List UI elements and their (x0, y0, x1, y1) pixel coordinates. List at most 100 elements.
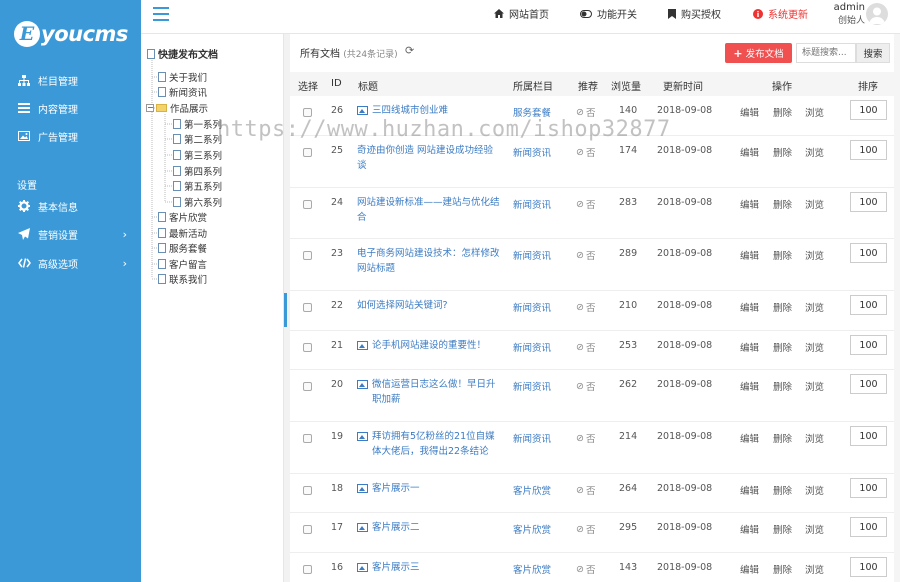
row-category[interactable]: 服务套餐 (513, 105, 551, 119)
view-link[interactable]: 浏览 (805, 105, 824, 119)
row-recommend[interactable]: ⊘ 否 (576, 248, 595, 263)
row-checkbox[interactable] (303, 382, 312, 391)
sort-input[interactable]: 100 (850, 192, 887, 212)
row-category[interactable]: 新闻资讯 (513, 300, 551, 314)
edit-link[interactable]: 编辑 (740, 300, 759, 314)
tab-all-documents[interactable]: 所有文档 (共24条记录) (300, 45, 398, 60)
table-row[interactable]: 26 三四线城市创业难 服务套餐 ⊘ 否 140 2018-09-08 编辑 删除 浏览 100 (290, 96, 900, 136)
tree-node[interactable]: 新闻资讯 (158, 85, 207, 99)
row-recommend[interactable]: ⊘ 否 (576, 340, 595, 355)
tree-node[interactable]: 联系我们 (158, 272, 207, 286)
table-row[interactable]: 23 电子商务网站建设技术：怎样修改网站标题 新闻资讯 ⊘ 否 289 2018-09-08… (290, 239, 900, 291)
row-recommend[interactable]: ⊘ 否 (576, 145, 595, 160)
row-checkbox[interactable] (303, 434, 312, 443)
site-home-link[interactable]: 网站首页 (494, 6, 549, 21)
row-category[interactable]: 新闻资讯 (513, 379, 551, 393)
system-update-link[interactable]: 系统更新 (753, 6, 808, 21)
sort-input[interactable]: 100 (850, 478, 887, 498)
edit-link[interactable]: 编辑 (740, 248, 759, 262)
tree-node[interactable]: 关于我们 (158, 70, 207, 84)
row-recommend[interactable]: ⊘ 否 (576, 562, 595, 577)
delete-link[interactable]: 删除 (773, 379, 792, 393)
title-search-input[interactable] (796, 43, 856, 63)
tree-node[interactable]: 客片欣赏 (158, 210, 207, 224)
tree-node[interactable]: 第一系列 (173, 117, 222, 131)
view-link[interactable]: 浏览 (805, 483, 824, 497)
table-row[interactable]: 22 如何选择网站关键词? 新闻资讯 ⊘ 否 210 2018-09-08 编辑 删除 浏览 100 (290, 291, 900, 331)
row-recommend[interactable]: ⊘ 否 (576, 105, 595, 120)
row-title[interactable]: 拜访拥有5亿粉丝的21位自媒体大佬后，我得出22条结论 (357, 429, 502, 459)
delete-link[interactable]: 删除 (773, 562, 792, 576)
logo[interactable]: E youcms (14, 14, 128, 54)
edit-link[interactable]: 编辑 (740, 431, 759, 445)
table-row[interactable]: 24 网站建设新标准——建站与优化结合 新闻资讯 ⊘ 否 283 2018-09-08 编辑删… (290, 188, 900, 239)
row-checkbox[interactable] (303, 565, 312, 574)
edit-link[interactable]: 编辑 (740, 197, 759, 211)
row-recommend[interactable]: ⊘ 否 (576, 197, 595, 212)
sidebar-item-column-management[interactable]: 栏目管理 (0, 66, 141, 94)
scrollbar[interactable] (894, 34, 900, 582)
refresh-icon[interactable]: ⟳ (405, 44, 414, 57)
row-recommend[interactable]: ⊘ 否 (576, 431, 595, 446)
sort-input[interactable]: 100 (850, 140, 887, 160)
row-title[interactable]: 三四线城市创业难 (357, 103, 502, 118)
row-title[interactable]: 电子商务网站建设技术：怎样修改网站标题 (357, 246, 502, 276)
edit-link[interactable]: 编辑 (740, 562, 759, 576)
delete-link[interactable]: 删除 (773, 197, 792, 211)
row-title[interactable]: 客片展示二 (357, 520, 502, 535)
delete-link[interactable]: 删除 (773, 483, 792, 497)
table-row[interactable]: 20 微信运营日志这么做！早日升职加薪 新闻资讯 ⊘ 否 262 2018-09-08 编辑删… (290, 370, 900, 422)
view-link[interactable]: 浏览 (805, 522, 824, 536)
view-link[interactable]: 浏览 (805, 340, 824, 354)
panel-splitter[interactable] (284, 293, 287, 327)
sidebar-item-marketing-settings[interactable]: 营销设置 › (0, 220, 141, 248)
table-row[interactable]: 25 奇迹由你创造 网站建设成功经验谈 新闻资讯 ⊘ 否 174 2018-09-08 编辑删… (290, 136, 900, 188)
collapse-toggle-icon[interactable]: − (146, 104, 154, 112)
view-link[interactable]: 浏览 (805, 431, 824, 445)
table-row[interactable]: 17 客片展示二 客片欣赏 ⊘ 否 295 2018-09-08 编辑 删除 浏览 100 (290, 513, 900, 553)
feature-toggle-link[interactable]: 功能开关 (580, 6, 637, 21)
row-title[interactable]: 网站建设新标准——建站与优化结合 (357, 195, 502, 225)
sidebar-item-content-management[interactable]: 内容管理 (0, 94, 141, 122)
table-row[interactable]: 21 论手机网站建设的重要性！ 新闻资讯 ⊘ 否 253 2018-09-08 编辑 删除 浏览 1… (290, 331, 900, 370)
avatar[interactable] (866, 3, 888, 25)
row-title[interactable]: 论手机网站建设的重要性！ (357, 338, 502, 353)
tree-node[interactable]: 第三系列 (173, 148, 222, 162)
row-category[interactable]: 新闻资讯 (513, 248, 551, 262)
row-category[interactable]: 新闻资讯 (513, 340, 551, 354)
tree-node[interactable]: 第五系列 (173, 179, 222, 193)
publish-document-button[interactable]: + 发布文档 (725, 43, 792, 63)
sort-input[interactable]: 100 (850, 100, 887, 120)
view-link[interactable]: 浏览 (805, 145, 824, 159)
tree-node-expanded[interactable]: − 作品展示 (146, 101, 208, 115)
sort-input[interactable]: 100 (850, 517, 887, 537)
sort-input[interactable]: 100 (850, 374, 887, 394)
row-category[interactable]: 客片欣赏 (513, 522, 551, 536)
row-checkbox[interactable] (303, 200, 312, 209)
menu-toggle-icon[interactable] (153, 7, 169, 21)
delete-link[interactable]: 删除 (773, 145, 792, 159)
edit-link[interactable]: 编辑 (740, 105, 759, 119)
delete-link[interactable]: 删除 (773, 431, 792, 445)
tree-node[interactable]: 第六系列 (173, 195, 222, 209)
row-checkbox[interactable] (303, 343, 312, 352)
tree-node[interactable]: 客户留言 (158, 257, 207, 271)
delete-link[interactable]: 删除 (773, 522, 792, 536)
row-recommend[interactable]: ⊘ 否 (576, 522, 595, 537)
row-category[interactable]: 新闻资讯 (513, 145, 551, 159)
view-link[interactable]: 浏览 (805, 379, 824, 393)
row-checkbox[interactable] (303, 251, 312, 260)
row-category[interactable]: 新闻资讯 (513, 197, 551, 211)
view-link[interactable]: 浏览 (805, 300, 824, 314)
row-title[interactable]: 客片展示一 (357, 481, 502, 496)
row-category[interactable]: 客片欣赏 (513, 483, 551, 497)
row-category[interactable]: 新闻资讯 (513, 431, 551, 445)
tree-node[interactable]: 服务套餐 (158, 241, 207, 255)
row-title[interactable]: 客片展示三 (357, 560, 502, 575)
sidebar-item-basic-info[interactable]: 基本信息 (0, 192, 141, 220)
view-link[interactable]: 浏览 (805, 248, 824, 262)
tree-node[interactable]: 第二系列 (173, 132, 222, 146)
row-checkbox[interactable] (303, 525, 312, 534)
edit-link[interactable]: 编辑 (740, 483, 759, 497)
sort-input[interactable]: 100 (850, 243, 887, 263)
